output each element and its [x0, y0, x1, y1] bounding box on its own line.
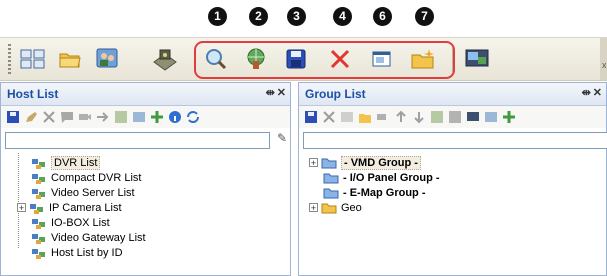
group-search-input[interactable]	[303, 131, 607, 149]
delete-icon[interactable]	[41, 109, 57, 125]
toolbar-close-button[interactable]: x	[602, 60, 607, 70]
host-search-row: ✎	[1, 128, 290, 154]
layout-icon	[20, 49, 45, 69]
group-tree: + - VMD Group - - I/O Panel Group - - E-…	[299, 153, 606, 275]
highlight-frame	[194, 41, 455, 79]
edit-icon[interactable]	[23, 109, 39, 125]
list-icon[interactable]	[447, 109, 463, 125]
open-folder-button[interactable]	[55, 44, 85, 74]
expand-toggle[interactable]: +	[17, 203, 26, 213]
new-folder-icon[interactable]	[357, 109, 373, 125]
callout-3: 3	[287, 7, 306, 26]
tree-item-compact-dvr-list[interactable]: Compact DVR List	[31, 170, 141, 185]
device-group-icon	[29, 201, 45, 215]
device-group-icon	[31, 171, 47, 185]
move-up-icon[interactable]	[393, 109, 409, 125]
grid-icon[interactable]	[113, 109, 129, 125]
tree-item-emap-group[interactable]: - E-Map Group -	[323, 185, 426, 200]
host-search-input[interactable]	[5, 131, 270, 149]
callout-4: 4	[333, 7, 352, 26]
add-icon[interactable]	[149, 109, 165, 125]
add-icon[interactable]	[501, 109, 517, 125]
expand-toggle[interactable]: +	[309, 158, 318, 168]
group-search-row	[299, 128, 607, 154]
list-icon[interactable]	[131, 109, 147, 125]
window-icon[interactable]	[339, 109, 355, 125]
monitor-button[interactable]	[462, 44, 492, 74]
camera-device-button[interactable]	[150, 44, 180, 74]
tree-item-host-list-by-id[interactable]: Host List by ID	[31, 245, 123, 260]
host-list-title: Host List	[7, 87, 59, 101]
folder-icon	[321, 201, 337, 215]
device-group-icon	[31, 216, 47, 230]
tree-item-video-server-list[interactable]: Video Server List	[31, 185, 135, 200]
map-icon[interactable]	[483, 109, 499, 125]
open-folder-icon	[59, 53, 81, 68]
toolbar-grip[interactable]	[8, 44, 11, 74]
group-list-panel: Group List ⇹ ✕ + - VMD Group - - I/O Pan…	[298, 82, 607, 276]
device-group-icon	[31, 156, 47, 170]
monitor-icon[interactable]	[465, 109, 481, 125]
users-button[interactable]	[92, 44, 122, 74]
host-tree: DVR List Compact DVR List Video Server L…	[1, 153, 290, 275]
tree-item-video-gateway-list[interactable]: Video Gateway List	[31, 230, 146, 245]
device-group-icon	[31, 231, 47, 245]
close-icon[interactable]: ✕	[277, 86, 286, 99]
pin-icon[interactable]: ⇹	[266, 86, 275, 99]
tree-item-vmd-group[interactable]: + - VMD Group -	[309, 155, 421, 170]
group-list-title-bar: Group List ⇹ ✕	[299, 83, 606, 106]
info-icon[interactable]	[167, 109, 183, 125]
close-icon[interactable]: ✕	[593, 86, 602, 99]
move-down-icon[interactable]	[411, 109, 427, 125]
folder-icon	[321, 156, 337, 170]
device-group-icon	[31, 246, 47, 260]
callout-7: 7	[415, 7, 434, 26]
camera-device-icon	[153, 49, 177, 71]
host-list-title-bar: Host List ⇹ ✕	[1, 83, 290, 106]
host-list-toolbar	[1, 106, 290, 128]
toolbar-end-cap	[600, 38, 607, 80]
grid-icon[interactable]	[429, 109, 445, 125]
layout-button[interactable]	[18, 44, 48, 74]
host-list-panel: Host List ⇹ ✕ ✎ DVR List Compact DVR Lis…	[0, 82, 291, 276]
wrench-icon[interactable]: ✎	[277, 131, 287, 145]
tree-item-dvr-list[interactable]: DVR List	[31, 155, 101, 170]
arrow-icon[interactable]	[95, 109, 111, 125]
save-icon[interactable]	[5, 109, 21, 125]
group-list-toolbar	[299, 106, 606, 128]
callout-6: 6	[373, 7, 392, 26]
comment-icon[interactable]	[59, 109, 75, 125]
callout-2: 2	[249, 7, 268, 26]
group-list-title: Group List	[305, 87, 366, 101]
callout-1: 1	[208, 7, 227, 26]
device-group-icon	[31, 186, 47, 200]
monitor-icon	[465, 49, 489, 67]
refresh-icon[interactable]	[185, 109, 201, 125]
delete-icon[interactable]	[321, 109, 337, 125]
users-icon	[96, 48, 118, 68]
tree-item-ip-camera-list[interactable]: + IP Camera List	[17, 200, 122, 215]
tree-item-io-panel-group[interactable]: - I/O Panel Group -	[323, 170, 440, 185]
tree-item-geo[interactable]: + Geo	[309, 200, 362, 215]
save-icon[interactable]	[303, 109, 319, 125]
folder-icon	[323, 186, 339, 200]
pin-icon[interactable]: ⇹	[582, 86, 591, 99]
camera-icon[interactable]	[77, 109, 93, 125]
expand-toggle[interactable]: +	[309, 203, 318, 213]
camera-icon[interactable]	[375, 109, 391, 125]
tree-item-io-box-list[interactable]: IO-BOX List	[31, 215, 110, 230]
folder-icon	[323, 171, 339, 185]
